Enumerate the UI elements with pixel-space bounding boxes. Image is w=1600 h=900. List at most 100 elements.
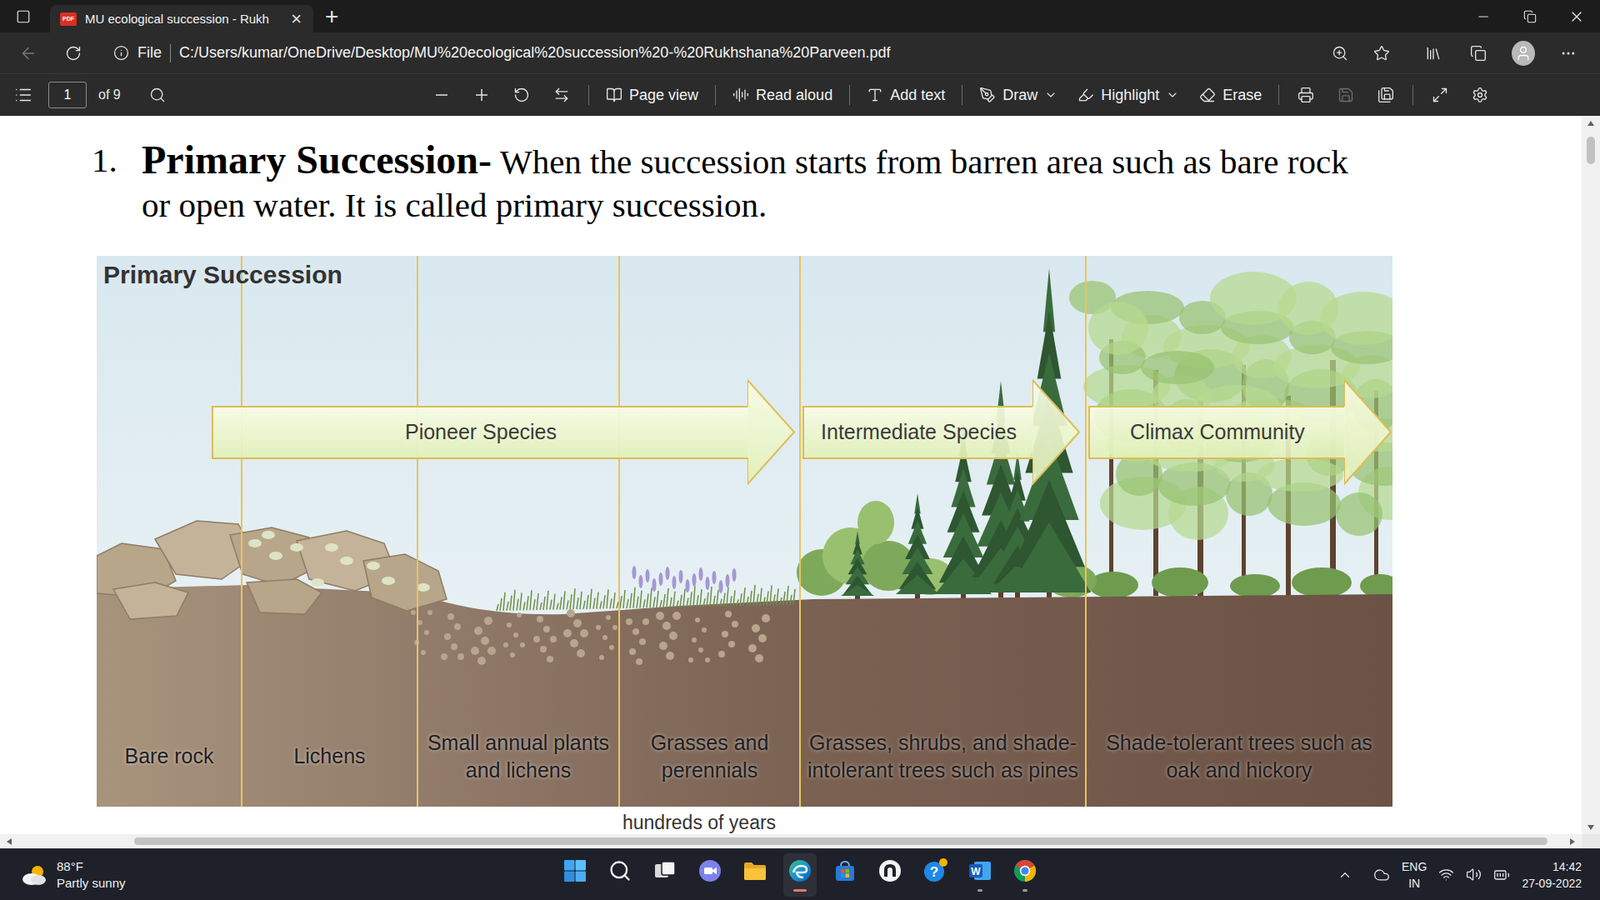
store-taskbar-button[interactable]: [828, 853, 862, 897]
running-indicator: [572, 889, 578, 892]
explorer-taskbar-button[interactable]: [738, 853, 772, 897]
gear-icon: [1471, 86, 1489, 104]
dropdown-chevron-icon: [1165, 88, 1180, 102]
taskbar: 88°FPartly sunny? W ENGIN 14:4227-09-2022: [0, 848, 1600, 900]
draw-button[interactable]: Draw: [972, 80, 1065, 110]
scroll-down-icon[interactable]: [1581, 820, 1600, 835]
scroll-up-icon[interactable]: [1581, 115, 1600, 130]
help-taskbar-button[interactable]: ?: [918, 853, 952, 897]
close-window-button[interactable]: [1553, 0, 1600, 33]
toolbar-separator: [1278, 85, 1280, 105]
scroll-left-icon[interactable]: [0, 834, 19, 849]
more-button[interactable]: [1551, 38, 1585, 69]
running-indicator: [842, 889, 848, 892]
column-divider: [799, 255, 801, 807]
weather-condition: Partly sunny: [56, 875, 126, 892]
restore-icon: [1523, 10, 1537, 24]
toolbar-separator: [1412, 85, 1414, 105]
highlight-button[interactable]: Highlight: [1070, 80, 1186, 110]
new-tab-button[interactable]: +: [313, 0, 350, 33]
zoom-button[interactable]: [1323, 38, 1357, 69]
minimize-button[interactable]: [1460, 0, 1507, 33]
address-scheme: File: [137, 44, 162, 62]
chrome-taskbar-button[interactable]: [1008, 853, 1042, 897]
vertical-scrollbar[interactable]: [1581, 115, 1600, 835]
stage-arrow: Intermediate Species: [802, 378, 1081, 486]
contents-icon: [14, 85, 33, 105]
clock-date: 27-09-2022: [1521, 875, 1582, 892]
chat-taskbar-button[interactable]: [693, 853, 727, 897]
favorites-icon: [1425, 45, 1442, 62]
column-divider: [416, 255, 419, 807]
address-url: C:/Users/kumar/OneDrive/Desktop/MU%20eco…: [179, 44, 1315, 62]
tab-close-button[interactable]: ×: [287, 10, 305, 29]
hidden-icons-button[interactable]: [1328, 860, 1362, 890]
toolbar-separator: [961, 85, 963, 105]
column-divider: [1085, 255, 1087, 807]
fit-width-button[interactable]: [545, 80, 579, 110]
back-button[interactable]: [11, 38, 45, 69]
zoom-in-icon: [472, 85, 491, 105]
scroll-right-icon[interactable]: [1563, 834, 1582, 849]
stage-label: Grasses and perennials: [619, 729, 800, 784]
heading-term: Primary Succession-: [141, 137, 492, 182]
horizontal-scroll-thumb[interactable]: [134, 837, 1548, 845]
print-button[interactable]: [1289, 80, 1323, 110]
weather-widget[interactable]: 88°FPartly sunny: [0, 858, 559, 892]
address-field[interactable]: File C:/Users/kumar/OneDrive/Desktop/MU%2…: [106, 37, 1405, 70]
rotate-button[interactable]: [505, 80, 539, 110]
edge-taskbar-button[interactable]: [783, 853, 817, 897]
search-icon: [608, 859, 632, 883]
zoom-out-button[interactable]: [425, 80, 459, 110]
contents-button[interactable]: [6, 80, 40, 110]
find-button[interactable]: [140, 80, 175, 110]
dropdown-chevron-icon: [1044, 88, 1058, 102]
page-number-field[interactable]: 1: [48, 81, 87, 109]
profile-button[interactable]: [1506, 38, 1540, 69]
more-icon: [1560, 45, 1577, 62]
column-divider: [240, 255, 243, 807]
collections-button[interactable]: [1461, 38, 1495, 69]
task-view-taskbar-button[interactable]: [648, 853, 682, 897]
app-icon: [876, 857, 904, 885]
toolbar-separator: [588, 85, 590, 105]
windows-start-icon: [561, 857, 589, 885]
save-button[interactable]: [1329, 80, 1363, 110]
cloud-icon: [1373, 866, 1390, 884]
arrow-label: Intermediate Species: [820, 420, 1017, 445]
stage-label: Grasses, shrubs, and shade-intolerant tr…: [800, 729, 1086, 784]
full-screen-button[interactable]: [1423, 80, 1457, 110]
erase-button[interactable]: Erase: [1192, 80, 1269, 110]
tab-actions-button[interactable]: [5, 0, 42, 33]
get-help-icon: ?: [921, 857, 949, 885]
settings-button[interactable]: [1463, 80, 1497, 110]
zoom-in-button[interactable]: [465, 80, 499, 110]
page-view-button[interactable]: Page view: [599, 80, 705, 110]
read-aloud-button[interactable]: Read aloud: [725, 80, 840, 110]
draw-icon: [979, 86, 996, 104]
add-text-button[interactable]: Add text: [860, 80, 952, 110]
horizontal-scrollbar[interactable]: [0, 834, 1600, 849]
stage-arrow: Climax Community: [1088, 378, 1393, 486]
refresh-button[interactable]: [56, 38, 90, 69]
input-language[interactable]: ENGIN: [1401, 858, 1427, 892]
expand-icon: [1431, 86, 1449, 104]
favorites-button[interactable]: [1416, 38, 1450, 69]
tab-actions-icon: [15, 9, 31, 25]
start-taskbar-button[interactable]: [558, 853, 592, 897]
word-taskbar-button[interactable]: W: [963, 853, 997, 897]
tab-title: MU ecological succession - Rukh: [85, 11, 280, 26]
search-taskbar-button[interactable]: [603, 853, 637, 897]
running-indicator: [887, 889, 893, 892]
vertical-scroll-thumb[interactable]: [1586, 136, 1595, 165]
arrow-head-icon: [747, 378, 796, 486]
app-taskbar-button[interactable]: [873, 853, 907, 897]
clock[interactable]: 14:4227-09-2022: [1521, 858, 1582, 892]
browser-tab[interactable]: PDFMU ecological succession - Rukh×: [50, 5, 314, 33]
restore-button[interactable]: [1506, 0, 1554, 33]
save-as-button[interactable]: [1369, 80, 1403, 110]
pine-tree-icon: [895, 493, 940, 600]
store-icon: [831, 857, 859, 885]
star-icon: [1373, 45, 1390, 62]
add-favorite-button[interactable]: [1365, 38, 1399, 69]
